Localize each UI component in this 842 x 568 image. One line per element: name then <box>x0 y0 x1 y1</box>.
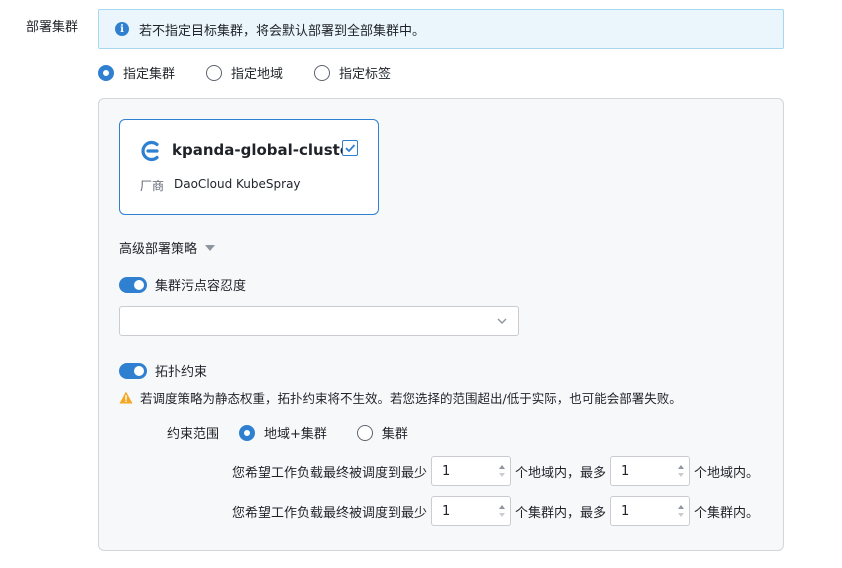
info-icon: i <box>115 22 129 36</box>
scope-label: 约束范围 <box>167 427 220 442</box>
stepper-down-icon[interactable] <box>498 513 505 517</box>
input-value: 1 <box>620 503 630 519</box>
cluster-name: kpanda-global-cluster <box>172 141 358 159</box>
region-prefix: 您希望工作负载最终被调度到最少 <box>231 465 427 481</box>
stepper-up-icon[interactable] <box>498 505 505 509</box>
taint-toleration-select[interactable] <box>119 306 519 336</box>
stepper-up-icon[interactable] <box>498 465 505 469</box>
warning-text: 若调度策略为静态权重，拓扑约束将不生效。若您选择的范围超出/低于实际，也可能会部… <box>140 391 682 406</box>
cluster-count-row: 您希望工作负载最终被调度到最少 1 个集群内，最多 1 个集群内。 <box>232 496 759 526</box>
advanced-strategy-toggle[interactable]: 高级部署策略 <box>119 238 216 257</box>
stepper-down-icon[interactable] <box>677 473 684 477</box>
cluster-checkbox[interactable] <box>342 140 358 156</box>
warning-message: 若调度策略为静态权重，拓扑约束将不生效。若您选择的范围超出/低于实际，也可能会部… <box>119 388 682 407</box>
caret-down-icon <box>205 244 216 251</box>
radio-label: 地域+集群 <box>264 427 327 442</box>
region-min-input[interactable]: 1 <box>430 456 511 486</box>
region-suffix: 个地域内。 <box>693 465 759 481</box>
input-value: 1 <box>441 503 451 519</box>
radio-label: 指定标签 <box>339 67 392 82</box>
region-count-row: 您希望工作负载最终被调度到最少 1 个地域内，最多 1 个地域内。 <box>232 456 759 486</box>
taint-toleration-label: 集群污点容忍度 <box>155 279 247 294</box>
radio-specify-region[interactable]: 指定地域 <box>206 63 283 82</box>
stepper-up-icon[interactable] <box>677 505 684 509</box>
radio-label: 指定集群 <box>123 67 176 82</box>
radio-region-cluster[interactable] <box>239 424 256 441</box>
radio-label: 集群 <box>381 427 408 442</box>
warning-icon <box>119 391 133 404</box>
cluster-card[interactable]: kpanda-global-cluster 厂商 DaoCloud KubeSp… <box>119 119 379 215</box>
taint-toleration-switch[interactable] <box>119 276 147 293</box>
constraint-scope-row: 约束范围 地域+集群 集群 <box>167 423 408 442</box>
cluster-logo-icon <box>141 140 159 162</box>
advanced-title: 高级部署策略 <box>119 242 198 257</box>
stepper[interactable] <box>494 497 510 525</box>
cluster-mid: 个集群内，最多 <box>514 505 606 521</box>
field-label: 部署集群 <box>26 20 79 35</box>
radio-button[interactable] <box>98 64 114 81</box>
cluster-min-input[interactable]: 1 <box>430 496 511 526</box>
stepper[interactable] <box>673 457 689 485</box>
topology-constraint-switch[interactable] <box>119 362 147 379</box>
stepper[interactable] <box>494 457 510 485</box>
vendor-value: DaoCloud KubeSpray <box>174 177 301 191</box>
stepper[interactable] <box>673 497 689 525</box>
radio-label: 指定地域 <box>231 67 284 82</box>
topology-constraint-label: 拓扑约束 <box>155 365 208 380</box>
radio-button[interactable] <box>206 64 222 81</box>
radio-button[interactable] <box>314 64 330 81</box>
cluster-prefix: 您希望工作负载最终被调度到最少 <box>231 505 427 521</box>
taint-toleration-row: 集群污点容忍度 <box>119 275 246 294</box>
radio-specify-cluster[interactable]: 指定集群 <box>98 63 175 82</box>
chevron-down-icon <box>497 318 507 324</box>
region-mid: 个地域内，最多 <box>514 465 606 481</box>
topology-constraint-row: 拓扑约束 <box>119 361 207 380</box>
region-max-input[interactable]: 1 <box>609 456 690 486</box>
info-banner: i 若不指定目标集群，将会默认部署到全部集群中。 <box>98 9 784 49</box>
stepper-up-icon[interactable] <box>677 465 684 469</box>
cluster-suffix: 个集群内。 <box>693 505 759 521</box>
check-icon <box>345 144 356 153</box>
radio-cluster[interactable] <box>356 424 373 441</box>
input-value: 1 <box>441 463 451 479</box>
stepper-down-icon[interactable] <box>677 513 684 517</box>
cluster-panel: kpanda-global-cluster 厂商 DaoCloud KubeSp… <box>98 98 784 551</box>
vendor-key: 厂商 <box>140 179 165 193</box>
stepper-down-icon[interactable] <box>498 473 505 477</box>
radio-specify-label[interactable]: 指定标签 <box>314 63 391 82</box>
input-value: 1 <box>620 463 630 479</box>
info-text: 若不指定目标集群，将会默认部署到全部集群中。 <box>139 23 426 39</box>
cluster-max-input[interactable]: 1 <box>609 496 690 526</box>
